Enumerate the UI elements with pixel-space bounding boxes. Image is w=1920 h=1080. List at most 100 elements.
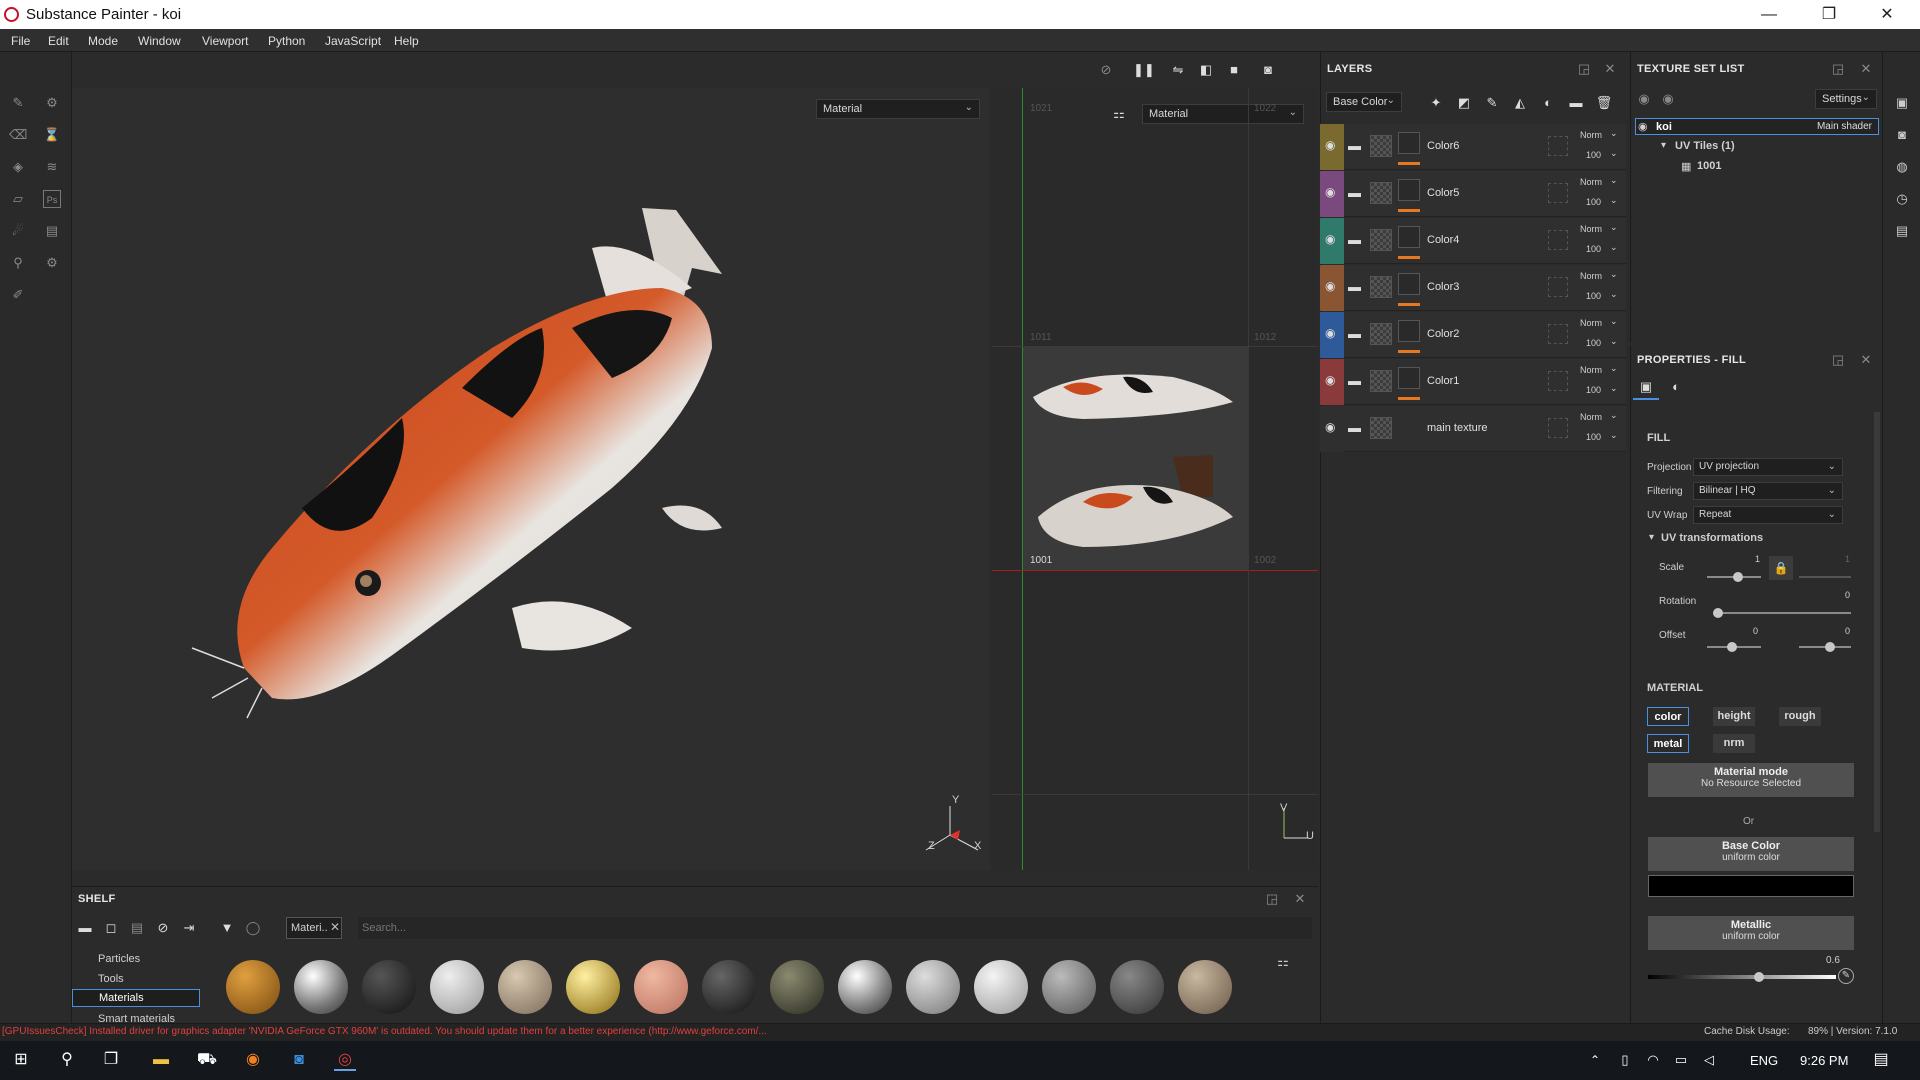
eraser-icon[interactable]: ⌫ <box>9 126 27 144</box>
undock-icon[interactable]: ◲ <box>1575 60 1593 78</box>
menu-window[interactable]: Window <box>138 34 181 48</box>
layer-mask-slot[interactable] <box>1548 324 1568 344</box>
eye-icon[interactable]: ◉ <box>1659 90 1677 108</box>
volume-icon[interactable]: ◁ <box>1698 1049 1720 1071</box>
layer-opacity[interactable]: 100 <box>1586 150 1601 160</box>
uv-tiles-group[interactable]: UV Tiles (1) <box>1675 140 1735 152</box>
blend-mode[interactable]: Norm <box>1580 177 1602 187</box>
app-icon[interactable]: ◙ <box>288 1049 310 1071</box>
layers-stack-icon[interactable]: ≋ <box>43 158 61 176</box>
clone-stamp-icon[interactable]: ⚲ <box>9 254 27 272</box>
texture-set-settings-icon[interactable]: ▣ <box>1893 94 1911 112</box>
maximize-button[interactable]: ❐ <box>1806 2 1852 28</box>
projection-dropdown[interactable]: UV projection ⌄ <box>1693 458 1843 476</box>
blend-mode[interactable]: Norm <box>1580 318 1602 328</box>
add-folder-icon[interactable]: ▬ <box>1567 94 1585 112</box>
undock-icon[interactable]: ◲ <box>1829 351 1847 369</box>
menu-python[interactable]: Python <box>268 34 305 48</box>
uv-channel-dropdown[interactable]: Material ⌄ <box>1142 104 1304 124</box>
close-panel-icon[interactable]: ✕ <box>1291 890 1309 908</box>
blend-mode[interactable]: Norm <box>1580 412 1602 422</box>
material-thumbnail[interactable] <box>362 960 416 1014</box>
undock-icon[interactable]: ◲ <box>1263 890 1281 908</box>
add-paint-layer-icon[interactable]: ✎ <box>1483 94 1501 112</box>
projection-icon[interactable]: ◈ <box>9 158 27 176</box>
menu-help[interactable]: Help <box>394 34 419 48</box>
symmetry-icon[interactable]: ⇋ <box>1169 61 1187 79</box>
layer-opacity[interactable]: 100 <box>1586 432 1601 442</box>
material-thumbnail[interactable] <box>838 960 892 1014</box>
polygon-fill-icon[interactable]: ▱ <box>9 190 27 208</box>
import-icon[interactable]: ⇥ <box>180 919 198 937</box>
close-tag-icon[interactable]: ✕ <box>330 920 340 934</box>
offset-slider-handle-1[interactable] <box>1727 642 1737 652</box>
layer-opacity[interactable]: 100 <box>1586 197 1601 207</box>
blend-mode[interactable]: Norm <box>1580 365 1602 375</box>
eye-icon[interactable]: ◉ <box>1325 326 1335 340</box>
wifi-icon[interactable]: ◠ <box>1642 1049 1664 1071</box>
close-button[interactable]: ✕ <box>1864 2 1910 28</box>
color-picker-icon[interactable]: ✐ <box>9 286 27 304</box>
close-panel-icon[interactable]: ✕ <box>1601 60 1619 78</box>
add-effect-icon[interactable]: ✦ <box>1427 94 1445 112</box>
layer-mask-slot[interactable] <box>1548 371 1568 391</box>
filtering-dropdown[interactable]: Bilinear | HQ ⌄ <box>1693 482 1843 500</box>
material-thumbnail[interactable] <box>226 960 280 1014</box>
metallic-slider-handle[interactable] <box>1754 972 1764 982</box>
menu-file[interactable]: File <box>11 34 30 48</box>
close-panel-icon[interactable]: ✕ <box>1857 351 1875 369</box>
shelf-category-tools[interactable]: Tools <box>98 973 124 985</box>
blend-mode[interactable]: Norm <box>1580 224 1602 234</box>
layers-channel-dropdown[interactable]: Base Color ⌄ <box>1326 92 1402 112</box>
collapse-arrow-icon[interactable]: ▾ <box>1649 532 1654 543</box>
lock-icon[interactable]: 🔒 <box>1769 556 1793 580</box>
grid-view-icon[interactable]: ⚏ <box>1274 953 1292 971</box>
material-thumbnail[interactable] <box>906 960 960 1014</box>
windows-start-icon[interactable]: ⊞ <box>10 1049 32 1071</box>
refresh-icon[interactable]: ◯ <box>244 919 262 937</box>
tab-fill-properties[interactable]: ▣ <box>1633 374 1659 400</box>
material-thumbnail[interactable] <box>430 960 484 1014</box>
chevron-up-icon[interactable]: ⌃ <box>1584 1049 1606 1071</box>
viewport-3d[interactable]: Material ⌄ Y Z X <box>72 88 990 870</box>
delete-icon[interactable]: 🗑 <box>1595 94 1613 112</box>
blender-icon[interactable]: ◉ <box>242 1049 264 1071</box>
rotation-slider-handle[interactable] <box>1713 608 1723 618</box>
eyedropper-icon[interactable]: ✎ <box>1838 968 1854 984</box>
layer-row[interactable]: ◉ ▬ Color3 Norm ⌄ 100 ⌄ <box>1320 265 1626 311</box>
material-thumbnail[interactable] <box>1178 960 1232 1014</box>
menu-edit[interactable]: Edit <box>48 34 69 48</box>
hide-icon[interactable]: ⊘ <box>1097 61 1115 79</box>
hourglass-icon[interactable]: ⌛ <box>43 126 61 144</box>
blend-mode[interactable]: Norm <box>1580 271 1602 281</box>
shelf-category-particles[interactable]: Particles <box>98 953 140 965</box>
layer-opacity[interactable]: 100 <box>1586 244 1601 254</box>
material-sphere-icon[interactable]: ◐ <box>1667 378 1685 396</box>
uvwrap-dropdown[interactable]: Repeat ⌄ <box>1693 506 1843 524</box>
eye-icon[interactable]: ◉ <box>1325 185 1335 199</box>
grid-options-icon[interactable]: ⚏ <box>1110 105 1128 123</box>
filter-icon[interactable]: ▼ <box>218 919 236 937</box>
layer-row[interactable]: ◉ ▬ Color1 Norm ⌄ 100 ⌄ <box>1320 359 1626 405</box>
file-explorer-icon[interactable]: ▬ <box>150 1049 172 1071</box>
channel-height-button[interactable]: height <box>1713 707 1755 726</box>
uv-transformations-title[interactable]: UV transformations <box>1661 532 1763 544</box>
material-thumbnail[interactable] <box>702 960 756 1014</box>
language-indicator[interactable]: ENG <box>1750 1053 1778 1068</box>
offset-slider-handle-2[interactable] <box>1825 642 1835 652</box>
shader-settings-icon[interactable]: ◍ <box>1893 158 1911 176</box>
menu-viewport[interactable]: Viewport <box>202 34 248 48</box>
layer-row[interactable]: ◉ ▬ Color6 Norm ⌄ 100 ⌄ <box>1320 124 1626 170</box>
layer-mask-slot[interactable] <box>1548 183 1568 203</box>
material-thumbnail[interactable] <box>498 960 552 1014</box>
log-icon[interactable]: ▤ <box>1893 222 1911 240</box>
app-icon[interactable]: ⛟ <box>196 1049 218 1071</box>
channel-nrm-button[interactable]: nrm <box>1713 734 1755 753</box>
battery-icon[interactable]: ▭ <box>1670 1049 1692 1071</box>
material-thumbnail[interactable] <box>566 960 620 1014</box>
new-tab-icon[interactable]: ◻ <box>102 919 120 937</box>
layer-row[interactable]: ◉ ▬ Color5 Norm ⌄ 100 ⌄ <box>1320 171 1626 217</box>
hide-icon[interactable]: ⊘ <box>154 919 172 937</box>
channel-metal-button[interactable]: metal <box>1647 734 1689 753</box>
task-view-icon[interactable]: ❐ <box>100 1049 122 1071</box>
